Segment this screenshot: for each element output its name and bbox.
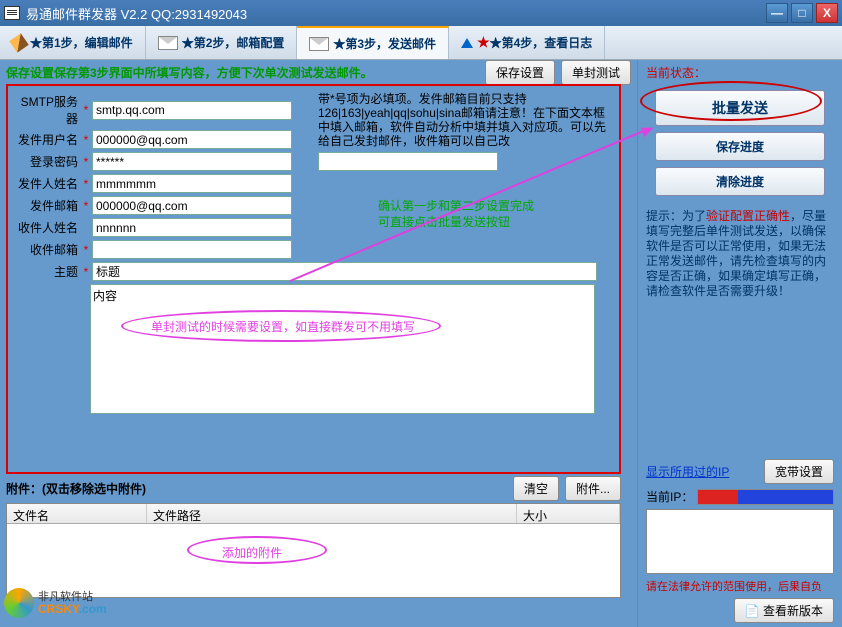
close-button[interactable]: X — [816, 3, 838, 23]
smtp-note: 带*号项为必填项。发件邮箱目前只支持126|163|yeah|qq|sohu|s… — [318, 92, 608, 171]
annotation-test-text: 单封测试的时候需要设置，如直接群发可不用填写 — [151, 318, 415, 335]
clear-attach-button[interactable]: 清空 — [513, 476, 559, 501]
ip-list-box[interactable] — [646, 509, 834, 574]
swirl-icon — [4, 588, 34, 618]
tab-step3[interactable]: ★第3步，发送邮件 — [297, 26, 449, 59]
rname-label: 收件人姓名 — [14, 219, 78, 236]
mail-send-icon — [309, 37, 329, 51]
show-ip-link[interactable]: 显示所用过的IP — [646, 463, 729, 480]
col-filename[interactable]: 文件名 — [7, 504, 147, 523]
ip-bar — [697, 489, 834, 505]
batch-send-button[interactable]: 批量发送 — [655, 90, 825, 126]
watermark-logo: 非凡软件站 CRSKY.com — [4, 583, 124, 623]
pencil-icon — [9, 33, 28, 52]
tab-step1[interactable]: ★第1步，编辑邮件 — [0, 26, 146, 59]
add-attach-button[interactable]: 附件... — [565, 476, 621, 501]
green-hint: 确认第一步和第二步设置完成 可直接点击批量发送按钮 — [378, 198, 534, 230]
sender-name-input[interactable] — [92, 174, 292, 193]
check-version-button[interactable]: 📄 查看新版本 — [734, 598, 834, 623]
attach-title: 附件：(双击移除选中附件) — [6, 480, 507, 497]
tab-step4[interactable]: ★★第4步，查看日志 — [449, 26, 605, 59]
subject-label: 主题 — [14, 263, 78, 280]
subject-input[interactable] — [92, 262, 597, 281]
col-filepath[interactable]: 文件路径 — [147, 504, 517, 523]
col-filesize[interactable]: 大小 — [517, 504, 620, 523]
save-hint: 保存设置保存第3步界面中所填写内容，方便下次单次测试发送邮件。 — [6, 64, 479, 81]
recipient-name-input[interactable] — [92, 218, 292, 237]
status-label: 当前状态： — [646, 64, 834, 81]
pass-label: 登录密码 — [14, 153, 78, 170]
annotation-attach-text: 添加的附件 — [222, 544, 282, 561]
mail-icon — [158, 36, 178, 50]
save-config-button[interactable]: 保存设置 — [485, 60, 555, 85]
smail-label: 发件邮箱 — [14, 197, 78, 214]
legal-notice: 请在法律允许的范围使用，后果自负 — [646, 578, 834, 594]
rmail-label: 收件邮箱 — [14, 241, 78, 258]
sender-mail-input[interactable] — [92, 196, 292, 215]
app-icon — [4, 6, 20, 20]
maximize-button[interactable]: □ — [791, 3, 813, 23]
clear-progress-button[interactable]: 清除进度 — [655, 167, 825, 196]
single-test-button[interactable]: 单封测试 — [561, 60, 631, 85]
auto-parse-input[interactable] — [318, 152, 498, 171]
current-ip-label: 当前IP： — [646, 488, 693, 505]
minimize-button[interactable]: — — [766, 3, 788, 23]
user-label: 发件用户名 — [14, 131, 78, 148]
content-textarea[interactable]: 内容 内容 单封测试的时候需要设置，如直接群发可不用填写 — [90, 284, 595, 414]
smtp-label: SMTP服务器 — [14, 93, 78, 127]
sidebar-tip: 提示：为了验证配置正确性，尽量填写完整后单件测试发送，以确保软件是否可以正常使用… — [646, 209, 834, 299]
password-input[interactable] — [92, 152, 292, 171]
username-input[interactable] — [92, 130, 292, 149]
save-progress-button[interactable]: 保存进度 — [655, 132, 825, 161]
bandwidth-button[interactable]: 宽带设置 — [764, 459, 834, 484]
window-title: 易通邮件群发器 V2.2 QQ:2931492043 — [26, 4, 766, 23]
chart-icon — [461, 38, 473, 48]
sname-label: 发件人姓名 — [14, 175, 78, 192]
smtp-input[interactable] — [92, 101, 292, 120]
recipient-mail-input[interactable] — [92, 240, 292, 259]
tab-step2[interactable]: ★第2步，邮箱配置 — [146, 26, 298, 59]
